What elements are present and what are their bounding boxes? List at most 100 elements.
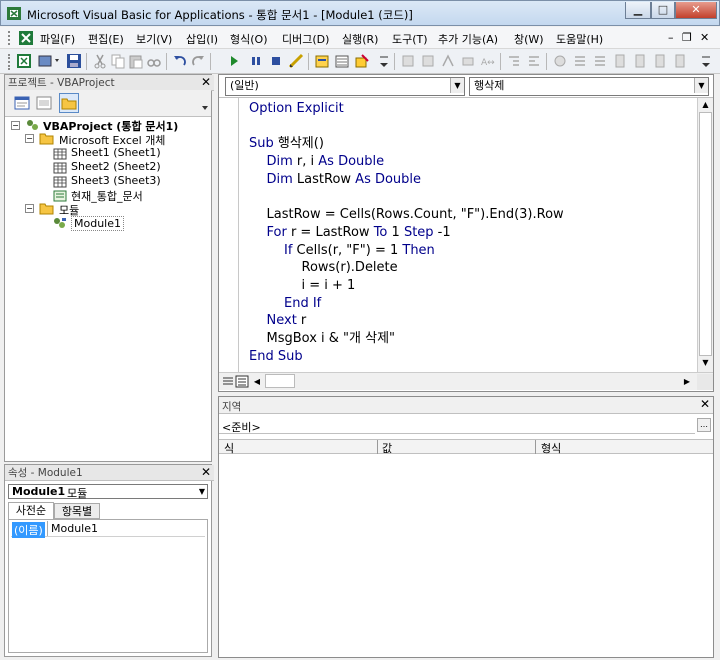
close-icon[interactable]: ✕ xyxy=(201,76,211,88)
tab-categorized[interactable]: 항목별 xyxy=(54,503,100,519)
break-icon[interactable] xyxy=(248,53,264,69)
menu-run[interactable]: 실행(R) xyxy=(342,31,378,47)
view-code-icon[interactable] xyxy=(13,94,31,112)
scroll-left-icon[interactable]: ◀ xyxy=(251,375,263,388)
column-divider[interactable] xyxy=(377,440,378,454)
code-editor[interactable]: Option Explicit Sub 행삭제() Dim r, i As Doub… xyxy=(241,99,697,371)
property-row[interactable]: (이름) Module1 xyxy=(11,521,205,538)
complete-word-icon[interactable]: A↔ xyxy=(480,53,496,69)
prev-bookmark-icon[interactable] xyxy=(652,53,668,69)
code-line[interactable]: Sub 행삭제() xyxy=(249,135,324,153)
doc-minimize-button[interactable]: – xyxy=(668,31,674,44)
margin-indicator-bar[interactable] xyxy=(219,98,239,372)
object-browser-icon[interactable] xyxy=(354,53,370,69)
procedure-combo[interactable]: 행삭제 ▼ xyxy=(469,77,709,96)
scroll-right-icon[interactable]: ▶ xyxy=(681,375,693,388)
procedure-view-icon[interactable] xyxy=(221,375,235,388)
object-combo[interactable]: (일반) ▼ xyxy=(225,77,465,96)
code-line[interactable]: Rows(r).Delete xyxy=(302,259,398,277)
column-divider[interactable] xyxy=(535,440,536,454)
code-line[interactable]: MsgBox i & "개 삭제" xyxy=(267,330,396,348)
maximize-button[interactable]: □ xyxy=(651,2,675,19)
design-mode-icon[interactable] xyxy=(288,53,304,69)
code-line[interactable]: LastRow = Cells(Rows.Count, "F").End(3).… xyxy=(267,206,564,224)
doc-restore-button[interactable]: ❐ xyxy=(682,31,692,44)
menu-addins[interactable]: 추가 기능(A) xyxy=(438,31,498,47)
close-icon[interactable]: ✕ xyxy=(201,466,211,478)
code-line[interactable]: End If xyxy=(284,295,321,313)
code-line[interactable]: For r = LastRow To 1 Step -1 xyxy=(267,224,451,242)
menu-tools[interactable]: 도구(T) xyxy=(392,31,428,47)
tree-workbook[interactable]: 현재_통합_문서 xyxy=(71,188,143,204)
code-line[interactable]: i = i + 1 xyxy=(302,277,356,295)
menu-file[interactable]: 파일(F) xyxy=(40,31,75,47)
property-value[interactable]: Module1 xyxy=(51,522,98,535)
scroll-down-icon[interactable]: ▼ xyxy=(699,358,712,370)
horizontal-scrollbar-thumb[interactable] xyxy=(265,374,295,388)
properties-window-icon[interactable] xyxy=(334,53,350,69)
toggle-folders-icon[interactable] xyxy=(59,93,79,113)
code-line[interactable]: If Cells(r, "F") = 1 Then xyxy=(284,242,435,260)
toggle-breakpoint-icon[interactable] xyxy=(552,53,568,69)
doc-close-button[interactable]: ✕ xyxy=(700,31,709,44)
code-line[interactable]: Next r xyxy=(267,312,307,330)
comment-block-icon[interactable] xyxy=(572,53,588,69)
bookmark-icon[interactable] xyxy=(612,53,628,69)
quick-info-icon[interactable] xyxy=(440,53,456,69)
code-line[interactable]: End Sub xyxy=(249,348,303,366)
indent-icon[interactable] xyxy=(506,53,522,69)
menu-insert[interactable]: 삽입(I) xyxy=(186,31,218,47)
menu-format[interactable]: 형식(O) xyxy=(230,31,267,47)
tree-module-1[interactable]: Module1 xyxy=(71,216,124,231)
cut-icon[interactable] xyxy=(92,53,108,69)
locals-grid[interactable] xyxy=(219,454,713,657)
toolbar-overflow-icon[interactable] xyxy=(201,94,209,112)
list-constants-icon[interactable] xyxy=(420,53,436,69)
parameter-info-icon[interactable] xyxy=(460,53,476,69)
tree-sheet-2[interactable]: Sheet2 (Sheet2) xyxy=(71,160,161,173)
toolbar-overflow-icon[interactable] xyxy=(700,53,712,69)
menu-view[interactable]: 보기(V) xyxy=(136,31,172,47)
excel-icon[interactable] xyxy=(18,30,34,46)
reset-icon[interactable] xyxy=(268,53,284,69)
save-icon[interactable] xyxy=(66,53,82,69)
find-icon[interactable] xyxy=(146,53,162,69)
full-module-view-icon[interactable] xyxy=(235,375,249,388)
toolbar-overflow-icon[interactable] xyxy=(378,53,390,69)
chevron-down-icon[interactable]: ▼ xyxy=(450,78,464,93)
tab-alphabetic[interactable]: 사전순 xyxy=(8,502,54,519)
list-properties-icon[interactable] xyxy=(400,53,416,69)
view-object-icon[interactable] xyxy=(35,94,53,112)
project-explorer-icon[interactable] xyxy=(314,53,330,69)
minimize-button[interactable]: ▁ xyxy=(625,2,651,19)
tree-sheet-1[interactable]: Sheet1 (Sheet1) xyxy=(71,146,161,159)
code-line[interactable]: Dim LastRow As Double xyxy=(267,171,422,189)
paste-icon[interactable] xyxy=(128,53,144,69)
collapse-icon[interactable]: − xyxy=(25,134,34,143)
collapse-icon[interactable]: − xyxy=(11,121,20,130)
insert-module-icon[interactable] xyxy=(38,53,62,69)
object-selector[interactable]: Module1 모듈 ▼ xyxy=(8,484,208,500)
menu-edit[interactable]: 편집(E) xyxy=(88,31,124,47)
clear-bookmarks-icon[interactable] xyxy=(672,53,688,69)
scrollbar-thumb[interactable] xyxy=(699,112,712,356)
outdent-icon[interactable] xyxy=(526,53,542,69)
call-stack-button[interactable]: … xyxy=(697,418,711,432)
redo-icon[interactable] xyxy=(190,53,206,69)
close-button[interactable]: ✕ xyxy=(675,2,717,19)
menu-window[interactable]: 창(W) xyxy=(514,31,544,47)
code-line[interactable]: Option Explicit xyxy=(249,100,344,118)
copy-icon[interactable] xyxy=(110,53,126,69)
menu-help[interactable]: 도움말(H) xyxy=(556,31,603,47)
menu-debug[interactable]: 디버그(D) xyxy=(282,31,329,47)
collapse-icon[interactable]: − xyxy=(25,204,34,213)
run-icon[interactable] xyxy=(226,53,242,69)
undo-icon[interactable] xyxy=(172,53,188,69)
close-icon[interactable]: ✕ xyxy=(700,398,710,410)
chevron-down-icon[interactable]: ▼ xyxy=(694,78,708,93)
view-excel-icon[interactable] xyxy=(16,53,32,69)
vertical-scrollbar[interactable]: ▲ ▼ xyxy=(697,98,713,372)
code-line[interactable]: Dim r, i As Double xyxy=(267,153,385,171)
uncomment-block-icon[interactable] xyxy=(592,53,608,69)
chevron-down-icon[interactable]: ▼ xyxy=(199,487,205,496)
